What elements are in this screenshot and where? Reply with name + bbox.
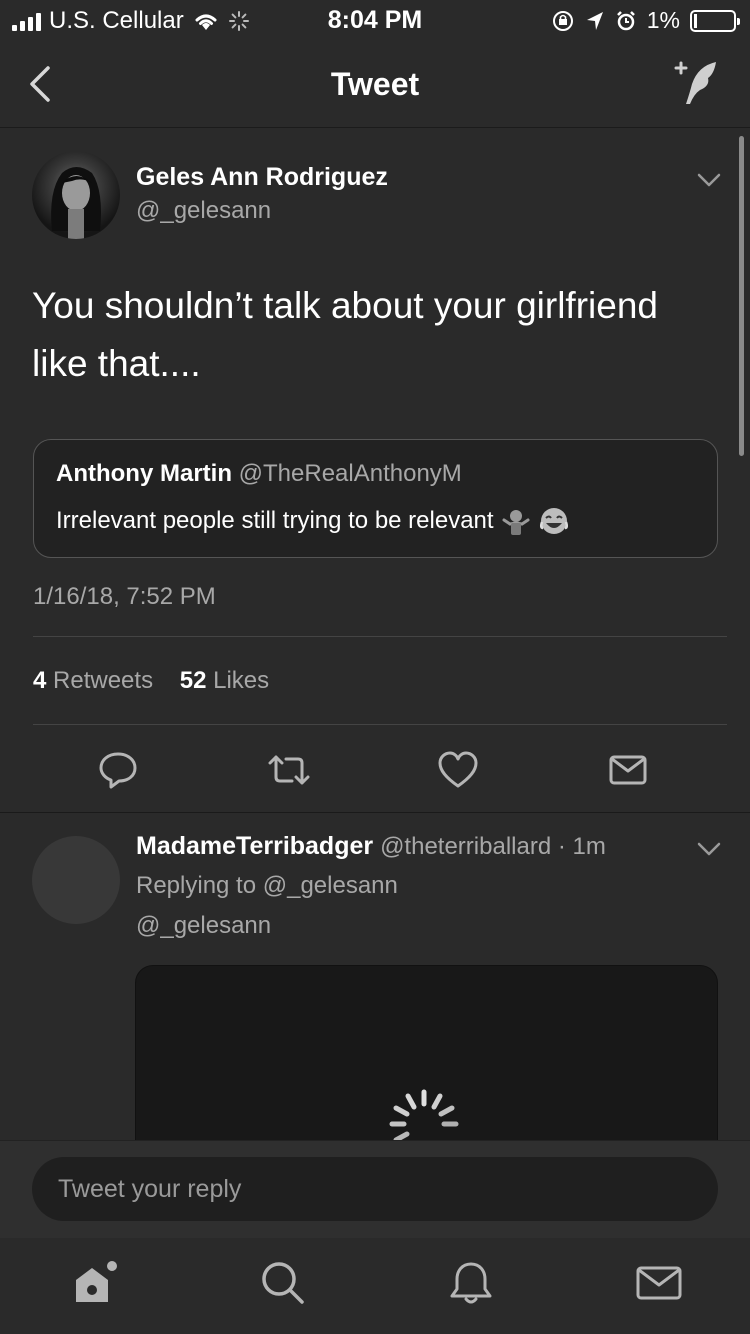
reply-time: 1m — [572, 833, 606, 860]
divider — [33, 636, 727, 637]
battery-icon — [690, 9, 740, 32]
scrollbar[interactable] — [739, 136, 744, 456]
tweet-timestamp: 1/16/18, 7:52 PM — [33, 583, 216, 610]
orientation-lock-icon — [552, 10, 573, 31]
tab-bar — [0, 1238, 750, 1334]
envelope-icon[interactable] — [634, 1258, 684, 1308]
shrug-emoji-icon — [502, 510, 530, 535]
reply-icon[interactable] — [97, 749, 139, 791]
reply-tweet[interactable]: MadameTerribadger @theterriballard · 1m … — [0, 814, 750, 1165]
quoted-author-name: Anthony Martin — [56, 460, 232, 487]
bell-icon[interactable] — [446, 1258, 496, 1308]
tweet-text: You shouldn’t talk about your girlfriend… — [32, 285, 658, 384]
chevron-down-icon[interactable] — [697, 173, 721, 187]
battery-percent: 1% — [646, 7, 680, 33]
quoted-tweet-text: Irrelevant people still trying to be rel… — [56, 507, 494, 534]
quoted-tweet[interactable]: Anthony Martin @TheRealAnthonyM Irreleva… — [33, 439, 718, 558]
author-name[interactable]: Geles Ann Rodriguez — [136, 163, 388, 192]
quoted-tweet-author: Anthony Martin @TheRealAnthonyM — [56, 460, 462, 488]
reply-separator: · — [551, 833, 573, 860]
nav-bar: Tweet — [0, 40, 750, 128]
page-title: Tweet — [330, 66, 420, 102]
laughing-emoji-icon — [539, 508, 568, 534]
compose-tweet-icon[interactable] — [668, 56, 724, 112]
location-icon — [586, 11, 603, 30]
reply-author-handle[interactable]: @theterriballard — [380, 833, 551, 860]
reply-media-loading[interactable] — [135, 965, 718, 1165]
main-tweet[interactable]: Geles Ann Rodriguez @_gelesann You shoul… — [0, 129, 750, 813]
reply-input[interactable] — [32, 1157, 718, 1221]
author-handle[interactable]: @_gelesann — [136, 197, 271, 225]
divider — [33, 724, 727, 725]
status-bar: U.S. Cellular 8:04 PM 1% — [0, 0, 750, 40]
avatar-portrait — [51, 167, 101, 239]
envelope-icon[interactable] — [607, 749, 649, 791]
search-icon[interactable] — [258, 1258, 308, 1308]
chevron-down-icon[interactable] — [697, 842, 721, 856]
heart-icon[interactable] — [437, 749, 479, 791]
retweet-stat[interactable]: 4 Retweets — [33, 667, 153, 694]
replying-to[interactable]: Replying to @_gelesann — [136, 872, 398, 900]
alarm-icon — [616, 10, 635, 30]
reply-text: @_gelesann — [136, 912, 272, 939]
quoted-author-handle: @TheRealAnthonyM — [238, 460, 462, 487]
reply-composer — [0, 1140, 750, 1238]
reply-author-name[interactable]: MadameTerribadger — [136, 832, 373, 860]
like-stat[interactable]: 52 Likes — [180, 667, 269, 694]
quoted-tweet-text-row: Irrelevant people still trying to be rel… — [56, 506, 570, 536]
avatar[interactable] — [32, 836, 120, 924]
tweet-stats: 4 Retweets 52 Likes — [33, 667, 269, 695]
retweet-icon[interactable] — [266, 749, 312, 791]
home-icon[interactable] — [70, 1258, 120, 1308]
status-bar-right: 1% — [551, 7, 740, 34]
avatar[interactable] — [32, 151, 120, 239]
reply-header: MadameTerribadger @theterriballard · 1m — [136, 832, 606, 861]
